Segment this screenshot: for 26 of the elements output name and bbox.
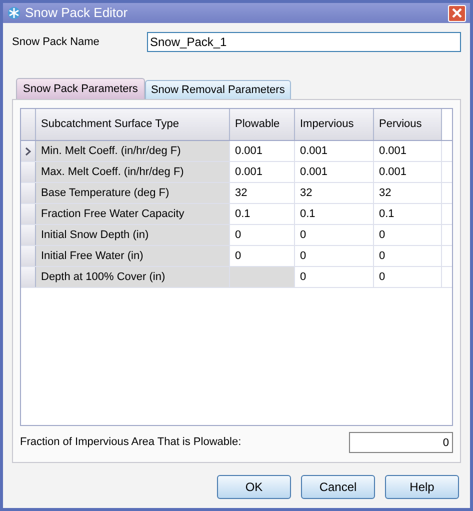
dialog-button[interactable]: Help	[385, 475, 459, 499]
tab[interactable]: Snow Pack Parameters	[16, 78, 145, 99]
row-pointer-icon	[25, 146, 31, 156]
row-label: Base Temperature (deg F)	[36, 183, 230, 203]
row-label: Initial Snow Depth (in)	[36, 225, 230, 245]
field-label: Snow Pack Name	[12, 34, 100, 50]
column-header: Pervious	[374, 109, 442, 140]
row-label: Max. Melt Coeff. (in/hr/deg F)	[36, 162, 230, 182]
close-button[interactable]	[448, 4, 466, 22]
column-header: Impervious	[295, 109, 374, 140]
name-field[interactable]: Snow_Pack_1	[147, 32, 461, 52]
close-icon	[452, 8, 462, 18]
row-label: Depth at 100% Cover (in)	[36, 267, 230, 287]
field-label: Fraction of Impervious Area That is Plowable:	[20, 435, 242, 450]
column-header: Subcatchment Surface Type	[36, 109, 230, 140]
window-title: Snow Pack Editor	[25, 4, 129, 22]
column-header: Plowable	[230, 109, 295, 140]
row-label: Initial Free Water (in)	[36, 246, 230, 266]
snowflake-icon	[7, 6, 21, 20]
row-label: Fraction Free Water Capacity	[36, 204, 230, 224]
dialog-button[interactable]: Cancel	[301, 475, 375, 499]
fraction-field[interactable]: 0	[349, 432, 453, 453]
tab[interactable]: Snow Removal Parameters	[144, 80, 291, 99]
dialog-button[interactable]: OK	[217, 475, 291, 499]
row-header[interactable]	[21, 141, 36, 161]
row-label: Min. Melt Coeff. (in/hr/deg F)	[36, 141, 230, 161]
